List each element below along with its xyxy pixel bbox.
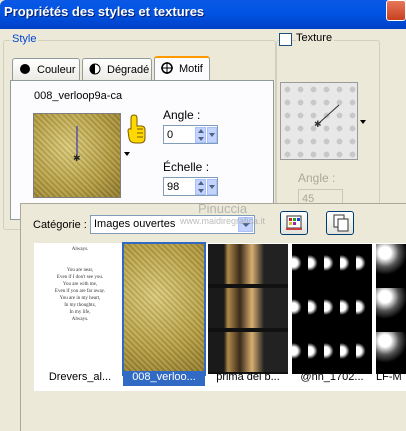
poem-line: Always. (71, 247, 89, 252)
texture-checkbox[interactable] (279, 33, 292, 46)
style-legend: Style (10, 33, 39, 45)
copy-button[interactable] (326, 211, 354, 235)
category-value: Images ouvertes (94, 218, 176, 230)
watermark-line-2: www.maidiregrafica.it (180, 216, 266, 226)
light-band (292, 252, 372, 274)
pattern-dropdown-arrow[interactable] (124, 152, 130, 156)
photo-strip (208, 244, 288, 284)
hand-pointer-icon (127, 114, 146, 144)
watermark-line-1: Pinuccia (197, 201, 248, 216)
pattern-name: 008_verloop9a-ca (34, 90, 123, 102)
scale-label: Échelle : (163, 160, 210, 174)
tab-motif[interactable]: Motif (154, 56, 210, 80)
scale-stepper[interactable] (195, 179, 206, 195)
poem-line: You are in my heart, (59, 296, 101, 301)
pattern-crosshair-icon (161, 62, 173, 74)
category-label: Catégorie : (33, 219, 87, 231)
light-band (292, 296, 372, 318)
pattern-center-marker-icon: ✱ (73, 126, 81, 164)
texture-dropdown-arrow[interactable] (360, 120, 366, 124)
thumbnail-caption: 008_verloo... (123, 371, 205, 386)
title-bar[interactable]: Propriétés des styles et textures (0, 0, 406, 29)
svg-text:✱: ✱ (314, 120, 322, 130)
tab-degrade[interactable]: Dégradé (82, 58, 152, 80)
pattern-swatch[interactable]: ✱ (33, 113, 121, 198)
texture-swatch[interactable]: ✱ (280, 82, 358, 160)
thumbnail-caption: LF-M (376, 371, 402, 383)
angle-input[interactable] (164, 126, 194, 143)
photo-strip (208, 332, 288, 372)
filled-circle-icon (20, 64, 30, 74)
scale-input[interactable] (164, 178, 194, 195)
thumbnail-prima-dei[interactable] (208, 244, 288, 374)
light-band (292, 340, 372, 362)
thumbnail-008-verloop[interactable] (122, 242, 206, 376)
window-title: Propriétés des styles et textures (4, 4, 205, 19)
thumbnail-caption: Drevers_al... (48, 371, 112, 383)
poem-line: Always. (71, 317, 89, 322)
texture-label: Texture (296, 32, 335, 44)
poem-line: Even if you are far away. (54, 289, 106, 294)
scale-spinner[interactable] (163, 177, 218, 196)
poem-line (40, 253, 120, 267)
watermark: Pinuccia www.maidiregrafica.it (180, 201, 266, 227)
scale-dropdown-button[interactable] (207, 179, 217, 195)
angle-spinner[interactable] (163, 125, 218, 144)
poem-line: In my life, (69, 310, 91, 315)
svg-text:✱: ✱ (73, 154, 81, 164)
browse-patterns-button[interactable] (280, 211, 308, 235)
angle-label: Angle : (163, 108, 201, 122)
thumbnail-caption: @nn_1702... (300, 371, 364, 383)
thumbnail-caption: prima dei b... (216, 371, 280, 383)
tab-degrade-label: Dégradé (107, 64, 150, 76)
tab-motif-label: Motif (179, 63, 203, 75)
poem-line: In my thoughts, (64, 303, 96, 308)
texture-direction-marker-icon: ✱ (314, 104, 340, 130)
angle-stepper[interactable] (195, 127, 206, 143)
angle-dropdown-button[interactable] (207, 127, 217, 143)
half-circle-icon (89, 63, 101, 75)
poem-line: You are near, (66, 268, 94, 273)
tab-couleur[interactable]: Couleur (12, 58, 80, 80)
tab-couleur-label: Couleur (37, 64, 76, 76)
thumbnail-nn-1702[interactable] (292, 244, 372, 374)
poem-line: Even if I don't see you. (56, 275, 104, 280)
photo-strip (208, 288, 288, 328)
thumbnail-lf-m[interactable] (376, 244, 406, 374)
texture-angle-label: Angle : (298, 171, 336, 185)
thumbnail-drevers[interactable]: Always. You are near, Even if I don't se… (40, 244, 120, 374)
close-button[interactable] (386, 0, 406, 21)
poem-line: You are with me, (62, 282, 98, 287)
copy-pages-icon (333, 214, 349, 232)
palette-icon (286, 215, 302, 230)
